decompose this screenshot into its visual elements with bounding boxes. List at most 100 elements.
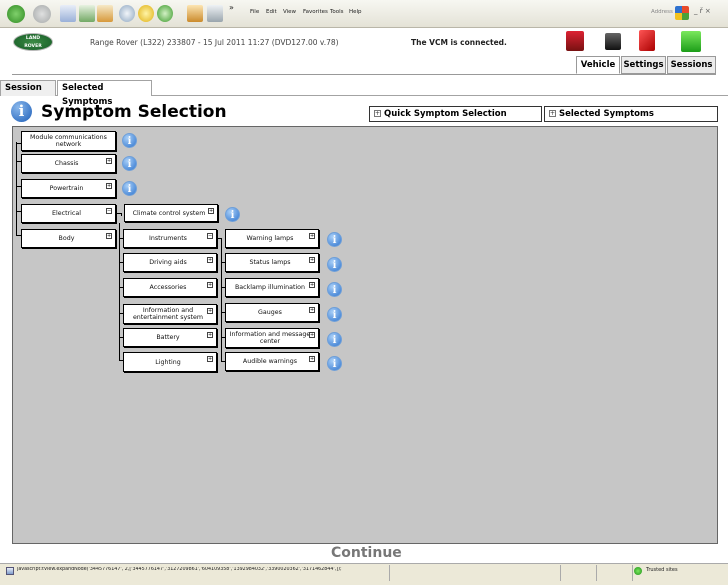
tree-node-information-and-message-center[interactable]: Information and message center + [225,328,319,348]
menu-tools[interactable]: Tools [330,9,344,15]
expand-icon[interactable]: + [106,158,112,164]
menu-file[interactable]: File [250,9,259,15]
info-icon[interactable]: i [122,181,137,196]
symptom-tree-area [12,126,718,544]
expand-icon[interactable]: + [309,233,315,239]
node-label: Body [58,235,75,242]
tree-node-climate-control-system[interactable]: Climate control system + [124,204,218,222]
tree-node-status-lamps[interactable]: Status lamps + [225,253,319,272]
home-icon[interactable] [97,5,113,22]
printer-icon[interactable] [605,33,621,50]
status-text: javascript:tView.expandNode('3445776147'… [17,567,342,572]
expand-icon[interactable]: + [207,282,213,288]
info-icon[interactable]: i [122,133,137,148]
land-rover-logo: LAND ROVER [13,33,53,51]
expand-icon[interactable]: + [106,183,112,189]
battery-icon[interactable] [639,30,655,51]
favorites-icon[interactable] [138,5,154,22]
node-label: Powertrain [49,185,84,192]
forward-icon[interactable] [33,5,51,23]
subtab-selected-symptoms[interactable]: Selected Symptoms [57,80,152,107]
window-controls[interactable]: _ ř × [694,7,711,15]
info-icon[interactable]: i [327,232,342,247]
tree-connector [16,142,17,235]
tree-node-warning-lamps[interactable]: Warning lamps + [225,229,319,248]
refresh-icon[interactable] [79,5,95,22]
quick-symptom-selection-button[interactable]: + Quick Symptom Selection [369,106,542,122]
menu-view[interactable]: View [283,9,296,15]
trusted-sites-icon [634,567,642,575]
search-icon[interactable] [119,5,135,22]
expand-icon[interactable]: + [309,257,315,263]
status-divider [632,565,633,581]
tree-node-instruments[interactable]: Instruments − [123,229,217,248]
tree-node-battery[interactable]: Battery + [123,328,217,347]
print-icon[interactable] [207,5,223,22]
info-icon[interactable]: i [122,156,137,171]
continue-button[interactable]: Continue [331,545,402,561]
expand-icon: + [549,110,556,117]
tree-node-gauges[interactable]: Gauges + [225,303,319,322]
node-label: Chassis [54,160,79,167]
node-label: Module communications network [30,134,107,148]
menu-help[interactable]: Help [349,9,362,15]
info-icon[interactable]: i [327,282,342,297]
tree-node-accessories[interactable]: Accessories + [123,278,217,297]
tree-node-backlamp-illumination[interactable]: Backlamp illumination + [225,278,319,297]
selected-symptoms-button[interactable]: + Selected Symptoms [544,106,718,122]
logo-line-1: LAND [25,36,41,41]
node-label: Instruments [149,235,187,242]
vehicle-info: Range Rover (L322) 233807 - 15 Jul 2011 … [90,38,339,47]
toolbar-chevron[interactable]: » [229,3,234,12]
tree-node-electrical[interactable]: Electrical − [21,204,116,223]
tree-node-information-and-entertainment-system[interactable]: Information and entertainment system + [123,304,217,324]
history-icon[interactable] [157,5,173,22]
browser-toolbar: » File Edit View Favorites Tools Help Ad… [0,0,728,28]
tree-node-body[interactable]: Body + [21,229,116,248]
info-icon[interactable]: i [225,207,240,222]
expand-icon[interactable]: + [207,257,213,263]
tree-node-powertrain[interactable]: Powertrain + [21,179,116,198]
node-label: Backlamp illumination [234,284,306,291]
node-label: Gauges [258,309,282,316]
vcm-status: The VCM is connected. [411,38,507,47]
info-icon[interactable]: i [11,101,32,122]
back-icon[interactable] [7,5,25,23]
menu-favorites[interactable]: Favorites [303,9,328,15]
node-label: Electrical [52,210,81,217]
expand-icon[interactable]: + [207,356,213,362]
tree-node-lighting[interactable]: Lighting + [123,352,217,372]
tree-node-driving-aids[interactable]: Driving aids + [123,253,217,272]
expand-icon[interactable]: + [208,208,214,214]
status-divider [596,565,597,581]
mail-icon[interactable] [187,5,203,22]
tree-node-module-communications-network[interactable]: Module communications network [21,131,116,151]
tree-node-audible-warnings[interactable]: Audible warnings + [225,352,319,371]
network-status-icon[interactable] [681,31,701,52]
tab-sessions[interactable]: Sessions [667,56,716,74]
info-icon[interactable]: i [327,332,342,347]
collapse-icon[interactable]: − [106,208,112,214]
subtab-session[interactable]: Session [0,80,56,96]
tab-settings[interactable]: Settings [621,56,666,74]
expand-icon[interactable]: + [309,356,315,362]
tree-node-chassis[interactable]: Chassis + [21,154,116,173]
expand-icon[interactable]: + [309,307,315,313]
info-icon[interactable]: i [327,356,342,371]
header-divider [12,74,716,75]
expand-icon[interactable]: + [106,233,112,239]
node-label: Battery [156,334,180,341]
stop-icon[interactable] [60,5,76,22]
expand-icon[interactable]: + [207,332,213,338]
tab-vehicle[interactable]: Vehicle [576,56,620,74]
menu-edit[interactable]: Edit [266,9,277,15]
expand-icon[interactable]: + [309,332,315,338]
collapse-icon[interactable]: − [207,233,213,239]
expand-icon[interactable]: + [207,308,213,314]
vcm-device-icon[interactable] [566,31,584,51]
info-icon[interactable]: i [327,307,342,322]
expand-icon[interactable]: + [309,282,315,288]
node-label: Lighting [155,358,181,366]
info-icon[interactable]: i [327,257,342,272]
tree-connector [221,238,222,362]
